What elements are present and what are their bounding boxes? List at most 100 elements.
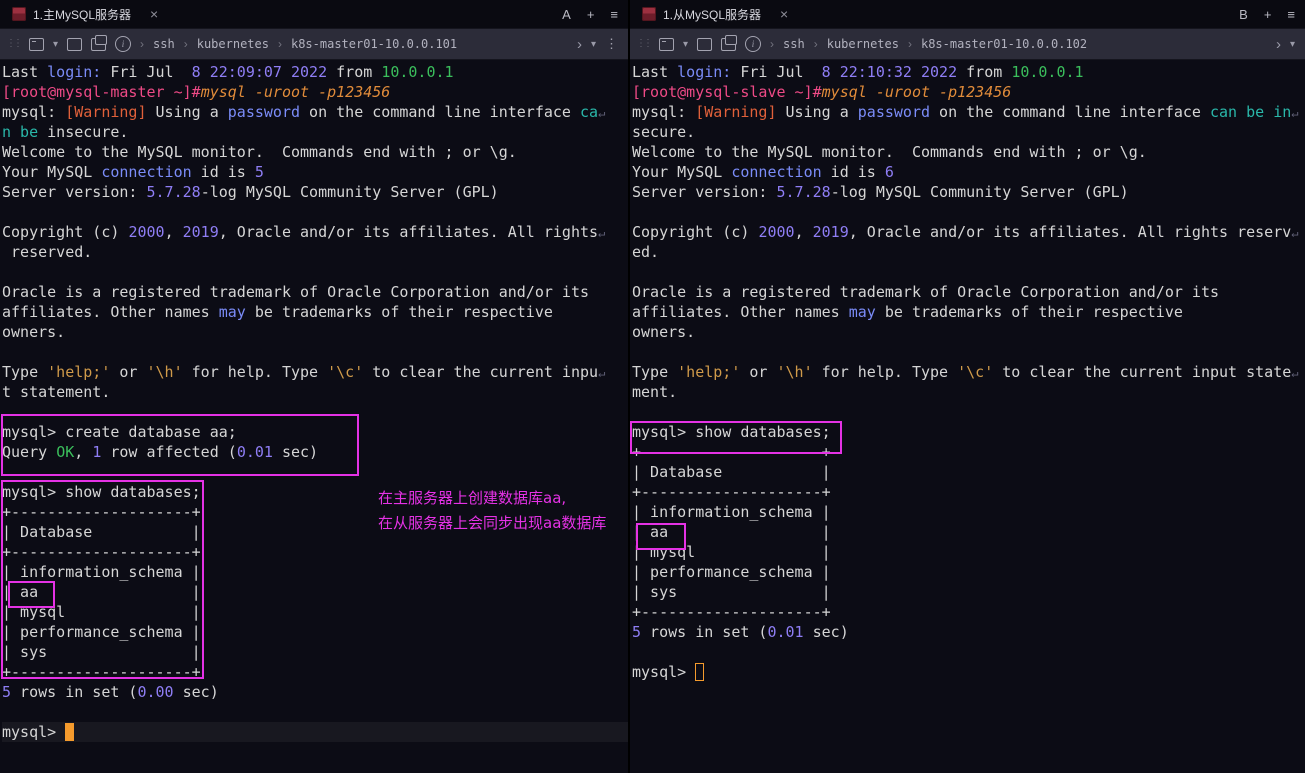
new-window-icon[interactable] bbox=[697, 37, 713, 51]
drag-handle-icon[interactable]: ⋮⋮ bbox=[636, 39, 653, 49]
close-icon[interactable]: × bbox=[150, 6, 158, 22]
dropdown-caret-icon[interactable]: ▾ bbox=[591, 39, 596, 50]
breadcrumb-item-kubernetes[interactable]: kubernetes bbox=[827, 37, 899, 51]
terminal-line: Copyright (c) 2000, 2019, Oracle and/or … bbox=[2, 222, 628, 242]
terminal-text: , Oracle and/or its affiliates. All righ… bbox=[218, 223, 599, 241]
menu-icon[interactable]: ≡ bbox=[610, 8, 618, 21]
terminal-text: may bbox=[848, 303, 876, 321]
info-icon[interactable]: i bbox=[745, 36, 762, 52]
window-letter-badge[interactable]: B bbox=[1239, 8, 1248, 21]
window-letter-badge[interactable]: A bbox=[562, 8, 571, 21]
terminal-text: login: bbox=[47, 63, 102, 81]
terminal-text: or bbox=[110, 363, 147, 381]
terminal-text: Server version: bbox=[632, 183, 777, 201]
terminal-text: 10.0.0.1 bbox=[381, 63, 454, 81]
terminal-text: be trademarks of their respective bbox=[245, 303, 553, 321]
desktop: 1.主MySQL服务器 × A + ≡ ⋮⋮ ▾ i › ssh › kuber… bbox=[0, 0, 1305, 773]
tab-title: 1.主MySQL服务器 bbox=[33, 7, 132, 22]
terminal-text: mysql: bbox=[2, 103, 66, 121]
terminal-text: | Database | bbox=[632, 463, 831, 481]
terminal-line: | sys | bbox=[632, 582, 1305, 602]
app-icon bbox=[642, 7, 656, 21]
terminal-text: 2000 bbox=[128, 223, 165, 241]
terminal-output[interactable]: Last login: Fri Jul 8 22:10:32 2022 from… bbox=[630, 60, 1305, 773]
terminal-line: | information_schema | bbox=[2, 562, 628, 582]
more-options-icon[interactable]: ⋮ bbox=[605, 36, 618, 52]
breadcrumb-item-ssh[interactable]: ssh bbox=[153, 37, 175, 51]
breadcrumb-item-host[interactable]: k8s-master01-10.0.0.101 bbox=[291, 37, 457, 51]
terminal-text: -log MySQL Community Server (GPL) bbox=[830, 183, 1129, 201]
terminal-text: , bbox=[164, 223, 183, 241]
terminal-text: 'help;' bbox=[47, 363, 111, 381]
terminal-text: Your MySQL bbox=[2, 163, 102, 181]
terminal-text: 5 bbox=[632, 623, 642, 641]
terminal-text: Welcome to the MySQL monitor. Commands e… bbox=[2, 143, 517, 161]
breadcrumb-item-ssh[interactable]: ssh bbox=[783, 37, 805, 51]
terminal-text: +--------------------+ bbox=[2, 663, 201, 681]
terminal-text: mysql> show databases; bbox=[2, 483, 201, 501]
terminal-line: | performance_schema | bbox=[2, 622, 628, 642]
terminal-text: from bbox=[327, 63, 382, 81]
terminal-icon[interactable] bbox=[29, 37, 44, 51]
chevron-right-icon[interactable]: › bbox=[1276, 36, 1281, 53]
terminal-text: login: bbox=[677, 63, 732, 81]
drag-handle-icon[interactable]: ⋮⋮ bbox=[6, 39, 23, 49]
terminal-text: ca bbox=[580, 103, 599, 121]
tab-slave[interactable]: 1.从MySQL服务器 × bbox=[636, 0, 794, 28]
window-mysql-slave: 1.从MySQL服务器 × B + ≡ ⋮⋮ ▾ i › ssh › kuber… bbox=[630, 0, 1305, 773]
terminal-line: Query OK, 1 row affected (0.01 sec) bbox=[2, 442, 628, 462]
tab-master[interactable]: 1.主MySQL服务器 × bbox=[6, 0, 164, 28]
terminal-line: | Database | bbox=[632, 462, 1305, 482]
terminal-text: mysql: bbox=[632, 103, 696, 121]
terminal-text: Server version: bbox=[2, 183, 147, 201]
terminal-text: on the command line interface bbox=[930, 103, 1210, 121]
terminal-text: | information_schema | bbox=[2, 563, 201, 581]
terminal-output[interactable]: Last login: Fri Jul 8 22:09:07 2022 from… bbox=[0, 60, 628, 773]
terminal-text: rows in set ( bbox=[11, 683, 138, 701]
terminal-text: 8 22:10:32 2022 bbox=[821, 63, 958, 81]
new-window-icon[interactable] bbox=[67, 37, 83, 51]
terminal-text: Oracle is a registered trademark of Orac… bbox=[632, 283, 1219, 301]
terminal-icon[interactable] bbox=[659, 37, 674, 51]
terminal-text: ↵ bbox=[1291, 226, 1299, 240]
chevron-down-icon[interactable]: ▾ bbox=[53, 39, 58, 50]
terminal-line: Copyright (c) 2000, 2019, Oracle and/or … bbox=[632, 222, 1305, 242]
chevron-down-icon[interactable]: ▾ bbox=[683, 39, 688, 50]
terminal-text: may bbox=[218, 303, 246, 321]
duplicate-tab-icon[interactable] bbox=[91, 34, 108, 51]
terminal-text: mysql> bbox=[632, 663, 696, 681]
dropdown-caret-icon[interactable]: ▾ bbox=[1290, 39, 1295, 50]
terminal-text: ↵ bbox=[598, 366, 606, 380]
terminal-line: +--------------------+ bbox=[2, 662, 628, 682]
new-tab-button[interactable]: + bbox=[1264, 8, 1272, 21]
terminal-text: | performance_schema | bbox=[2, 623, 201, 641]
terminal-line: ment. bbox=[632, 382, 1305, 402]
terminal-line: 5 rows in set (0.00 sec) bbox=[2, 682, 628, 702]
breadcrumb-item-kubernetes[interactable]: kubernetes bbox=[197, 37, 269, 51]
close-icon[interactable]: × bbox=[780, 6, 788, 22]
terminal-text: secure. bbox=[632, 123, 696, 141]
menu-icon[interactable]: ≡ bbox=[1287, 8, 1295, 21]
terminal-text: ment. bbox=[632, 383, 678, 401]
terminal-text: 1 bbox=[92, 443, 102, 461]
terminal-text: on the command line interface bbox=[300, 103, 580, 121]
breadcrumb-item-host[interactable]: k8s-master01-10.0.0.102 bbox=[921, 37, 1087, 51]
terminal-text: OK bbox=[56, 443, 75, 461]
terminal-text: for help. Type bbox=[812, 363, 958, 381]
new-tab-button[interactable]: + bbox=[587, 8, 595, 21]
terminal-text: 2019 bbox=[182, 223, 219, 241]
terminal-text: or bbox=[740, 363, 777, 381]
terminal-text: +--------------------+ bbox=[632, 443, 831, 461]
info-icon[interactable]: i bbox=[115, 36, 132, 52]
terminal-line: Last login: Fri Jul 8 22:09:07 2022 from… bbox=[2, 62, 628, 82]
terminal-text: Query bbox=[2, 443, 57, 461]
terminal-line: +--------------------+ bbox=[632, 602, 1305, 622]
app-icon bbox=[12, 7, 26, 21]
terminal-text: Copyright (c) bbox=[632, 223, 759, 241]
duplicate-tab-icon[interactable] bbox=[721, 34, 738, 51]
terminal-cursor bbox=[65, 723, 75, 741]
terminal-text: [root@mysql-slave ~]# bbox=[632, 83, 822, 101]
terminal-text: 5 bbox=[2, 683, 12, 701]
chevron-right-icon[interactable]: › bbox=[577, 36, 582, 53]
